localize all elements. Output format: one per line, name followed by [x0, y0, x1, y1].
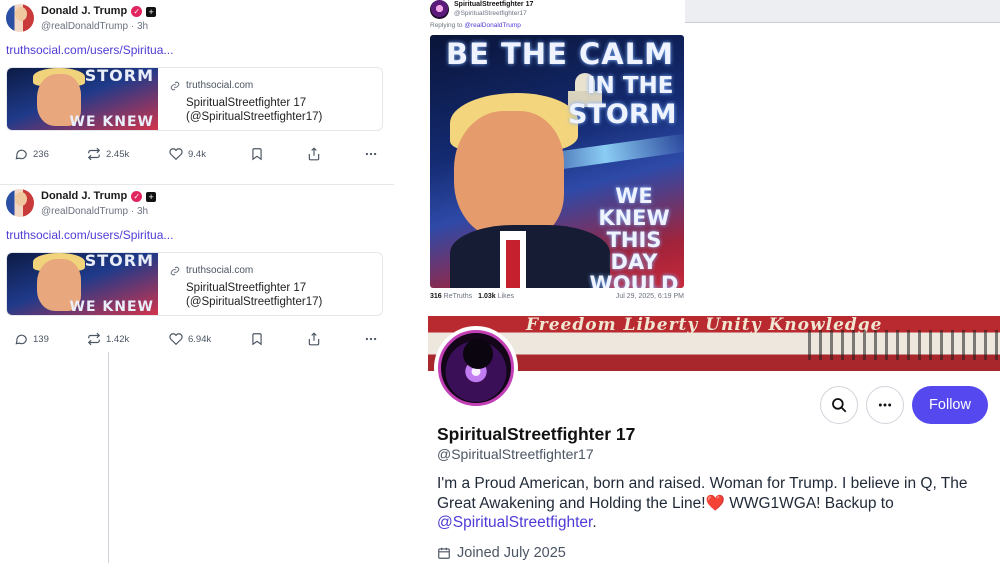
- poster-text: WE KNEW THIS DAY WOULD COME: [589, 184, 679, 288]
- retruth-count: 1.42k: [106, 333, 130, 345]
- profile-avatar[interactable]: [434, 326, 518, 410]
- poster-text: IN THE: [587, 73, 674, 99]
- share-icon: [308, 332, 320, 346]
- reply-button[interactable]: 139: [14, 332, 87, 346]
- post-image[interactable]: BE THE CALM IN THE STORM WE KNEW THIS DA…: [430, 35, 684, 288]
- display-name[interactable]: Donald J. Trump: [41, 189, 127, 204]
- reply-icon: [15, 334, 27, 345]
- divider: [108, 352, 109, 563]
- share-button[interactable]: [307, 147, 364, 161]
- replying-to: Replying to @realDonaldTrump: [430, 22, 521, 29]
- post-time: 3h: [136, 21, 149, 32]
- display-name[interactable]: SpiritualStreetfighter 17: [454, 1, 533, 8]
- display-name[interactable]: Donald J. Trump: [41, 4, 127, 19]
- retruth-stat[interactable]: 316 ReTruths: [430, 293, 472, 300]
- reply-button[interactable]: 236: [14, 147, 87, 161]
- more-icon: [365, 152, 377, 156]
- link-icon: [170, 266, 180, 275]
- post-link[interactable]: truthsocial.com/users/Spiritua...: [6, 43, 173, 57]
- handle[interactable]: @realDonaldTrump: [41, 206, 128, 217]
- more-button[interactable]: [364, 332, 378, 346]
- header-bar: [685, 0, 1000, 23]
- post-time: 3h: [136, 206, 149, 217]
- card-subtitle: (@SpiritualStreetfighter17): [186, 296, 323, 308]
- likes-stat[interactable]: 1.03k Likes: [478, 293, 514, 300]
- heart-icon: ❤️: [705, 494, 725, 512]
- post[interactable]: Donald J. Trump ✓ + @realDonaldTrump · 3…: [0, 184, 394, 346]
- bookmark-button[interactable]: [250, 147, 307, 161]
- bookmark-button[interactable]: [250, 332, 307, 346]
- card-domain: truthsocial.com: [186, 80, 254, 91]
- follow-button[interactable]: Follow: [912, 386, 988, 424]
- post-date: Jul 29, 2025, 6:19 PM: [615, 293, 684, 300]
- avatar[interactable]: [6, 189, 34, 217]
- profile-handle: @SpiritualStreetfighter17: [437, 446, 594, 462]
- post-header: Donald J. Trump ✓ + @realDonaldTrump · 3…: [6, 189, 157, 219]
- verified-icon: ✓: [131, 191, 143, 202]
- like-button[interactable]: 9.4k: [169, 147, 250, 161]
- post-header: Donald J. Trump ✓ + @realDonaldTrump · 3…: [6, 4, 157, 34]
- bookmark-icon: [252, 148, 262, 161]
- bio-mention-link[interactable]: @SpiritualStreetfighter: [437, 514, 592, 531]
- joined-date: Joined July 2025: [437, 545, 566, 561]
- post-stats: 316 ReTruths 1.03k Likes Jul 29, 2025, 6…: [430, 293, 684, 300]
- like-icon: [169, 148, 183, 161]
- more-icon: [365, 337, 377, 341]
- link-preview-card[interactable]: STORM WE KNEW truthsocial.com SpiritualS…: [6, 252, 383, 316]
- like-count: 9.4k: [188, 148, 206, 160]
- card-thumbnail: STORM WE KNEW: [7, 253, 158, 315]
- reply-count: 139: [33, 333, 49, 345]
- post-actions: 139 1.42k 6.94k: [14, 331, 384, 347]
- avatar[interactable]: [430, 0, 449, 19]
- avatar[interactable]: [6, 4, 34, 32]
- left-feed: Donald J. Trump ✓ + @realDonaldTrump · 3…: [0, 0, 394, 563]
- retruth-button[interactable]: 1.42k: [87, 332, 169, 346]
- reply-count: 236: [33, 148, 49, 160]
- share-button[interactable]: [307, 332, 364, 346]
- retruth-count: 2.45k: [106, 148, 130, 160]
- more-options-button[interactable]: [866, 386, 904, 424]
- reply-icon: [15, 149, 27, 160]
- handle[interactable]: @realDonaldTrump: [41, 21, 128, 32]
- post-link[interactable]: truthsocial.com/users/Spiritua...: [6, 228, 173, 242]
- badge-icon: +: [146, 6, 157, 17]
- reply-post[interactable]: SpiritualStreetfighter 17 @SpiritualStre…: [427, 0, 685, 308]
- retruth-icon: [87, 332, 101, 346]
- badge-icon: +: [146, 191, 157, 202]
- calendar-icon: [438, 547, 450, 559]
- like-icon: [169, 333, 183, 346]
- share-icon: [308, 147, 320, 161]
- link-icon: [170, 81, 180, 90]
- replying-to-handle[interactable]: @realDonaldTrump: [464, 22, 521, 29]
- like-count: 6.94k: [188, 333, 212, 345]
- search-button[interactable]: [820, 386, 858, 424]
- card-title: SpiritualStreetfighter 17: [186, 97, 307, 109]
- link-preview-card[interactable]: STORM WE KNEW truthsocial.com SpiritualS…: [6, 67, 383, 131]
- handle[interactable]: @SpiritualStreetfighter17: [454, 10, 527, 17]
- bookmark-icon: [252, 333, 262, 346]
- retruth-button[interactable]: 2.45k: [87, 147, 169, 161]
- card-thumbnail: STORM WE KNEW: [7, 68, 158, 130]
- profile-bio: I'm a Proud American, born and raised. W…: [437, 475, 968, 531]
- search-icon: [832, 398, 847, 413]
- poster-text: BE THE CALM: [446, 37, 675, 71]
- card-domain: truthsocial.com: [186, 265, 254, 276]
- retruth-icon: [87, 147, 101, 161]
- poster-text: STORM: [568, 99, 677, 130]
- card-subtitle: (@SpiritualStreetfighter17): [186, 111, 323, 123]
- like-button[interactable]: 6.94k: [169, 332, 250, 346]
- post-actions: 236 2.45k 9.4k: [14, 146, 384, 162]
- profile-card: Freedom Liberty Unity Knowledge Follow S…: [428, 316, 1000, 563]
- profile-display-name: SpiritualStreetfighter 17: [437, 424, 636, 444]
- card-title: SpiritualStreetfighter 17: [186, 282, 307, 294]
- more-button[interactable]: [364, 147, 378, 161]
- more-icon: [878, 403, 892, 407]
- verified-icon: ✓: [131, 6, 143, 17]
